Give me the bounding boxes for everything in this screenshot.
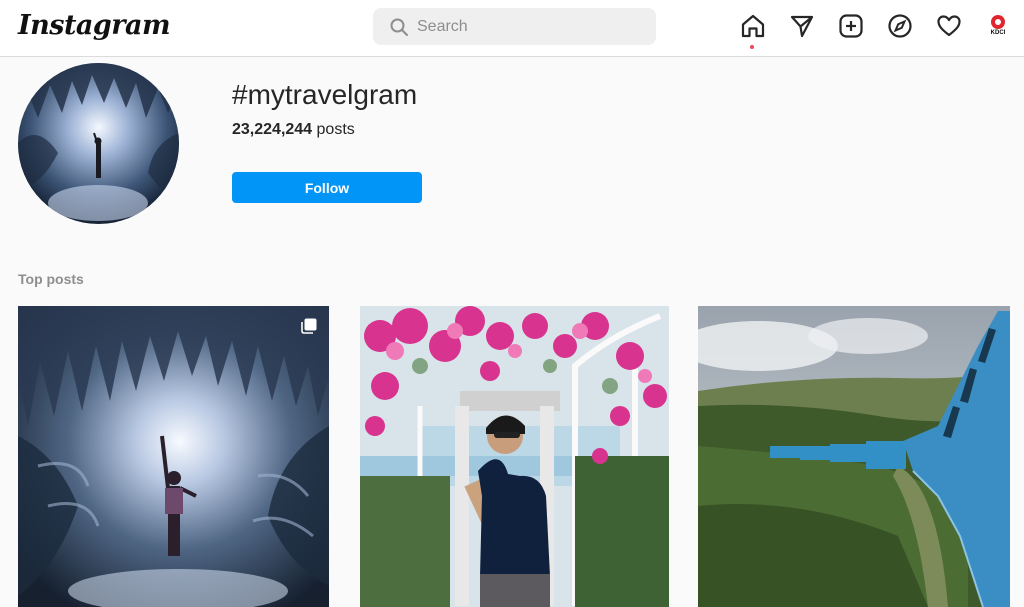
search-icon [390, 18, 408, 36]
post-thumbnail-3[interactable] [698, 306, 1010, 607]
post-count-number: 23,224,244 [232, 121, 313, 138]
search-box[interactable] [373, 8, 656, 45]
multiple-photos-icon [301, 318, 317, 334]
instagram-logo[interactable]: Instagram [18, 10, 171, 41]
profile-avatar[interactable]: KDCI [986, 14, 1010, 38]
train-tea-fields-photo [698, 306, 1010, 607]
avatar-label: KDCI [990, 30, 1006, 36]
ice-cave-photo [18, 306, 329, 607]
kdci-logo-icon [991, 15, 1005, 29]
direct-message-icon[interactable] [789, 13, 815, 39]
home-icon[interactable] [740, 13, 766, 39]
search-input[interactable] [417, 8, 647, 45]
bougainvillea-arch-photo [360, 306, 669, 607]
post-count-suffix: posts [312, 121, 355, 138]
activity-heart-icon[interactable] [936, 13, 962, 39]
post-count: 23,224,244 posts [232, 121, 355, 139]
hashtag-profile-image [18, 63, 179, 224]
post-thumbnail-1[interactable] [18, 306, 329, 607]
explore-icon[interactable] [887, 13, 913, 39]
new-post-icon[interactable] [838, 13, 864, 39]
hashtag-title: #mytravelgram [232, 79, 418, 110]
notification-dot [750, 45, 754, 49]
follow-button[interactable]: Follow [232, 172, 422, 203]
post-thumbnail-2[interactable] [360, 306, 669, 607]
top-posts-label: Top posts [18, 271, 84, 287]
top-nav-bar: Instagram KDCI [0, 0, 1024, 57]
